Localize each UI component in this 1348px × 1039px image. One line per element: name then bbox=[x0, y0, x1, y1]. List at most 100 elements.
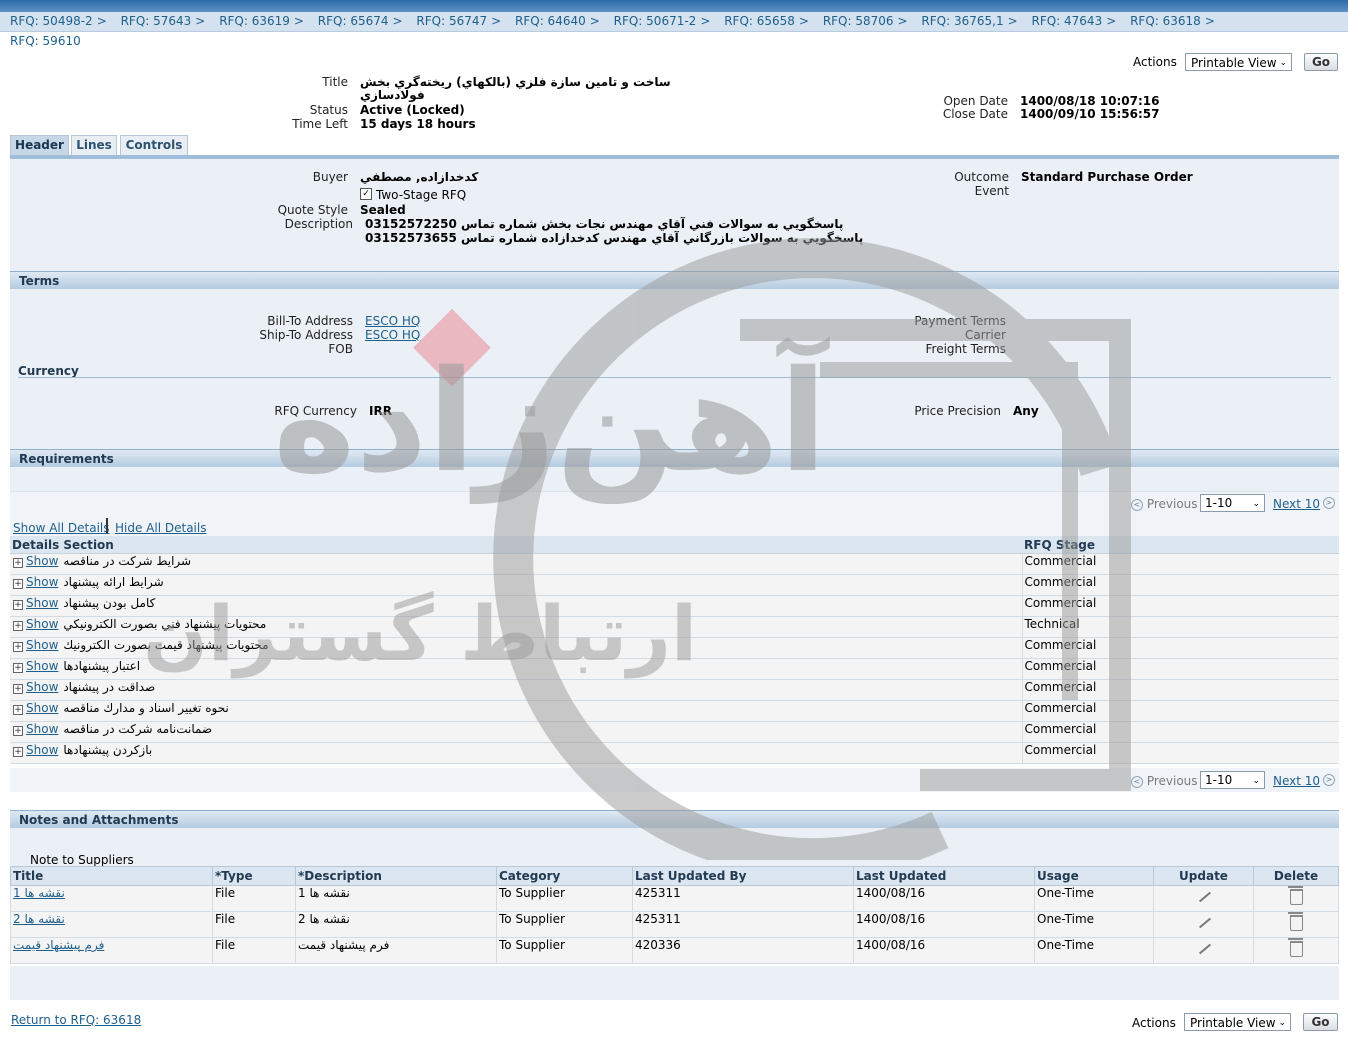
expand-icon[interactable]: + bbox=[13, 621, 23, 631]
expand-icon[interactable]: + bbox=[13, 579, 23, 589]
top-brand-bar bbox=[0, 0, 1348, 12]
breadcrumb-item[interactable]: RFQ: 58706 > bbox=[823, 12, 908, 31]
breadcrumb-item[interactable]: RFQ: 63618 > bbox=[1130, 12, 1215, 31]
category-cell: To Supplier bbox=[496, 885, 633, 912]
buyer-value: كدخدازاده, مصطفي bbox=[360, 170, 479, 184]
hide-all-details-link[interactable]: Hide All Details bbox=[115, 521, 206, 535]
buyer-label: Buyer bbox=[312, 170, 348, 184]
range-select-bottom[interactable]: 1-10 ⌄ bbox=[1200, 771, 1265, 789]
attachment-title-link[interactable]: نقشه ها 1 bbox=[13, 886, 65, 900]
breadcrumb-item[interactable]: RFQ: 36765,1 > bbox=[921, 12, 1017, 31]
requirements-section-header: Requirements bbox=[10, 449, 1339, 467]
currency-divider bbox=[18, 377, 1331, 378]
show-link[interactable]: Show bbox=[26, 701, 58, 715]
expand-icon[interactable]: + bbox=[13, 558, 23, 568]
last-updated-cell: 1400/08/16 bbox=[853, 937, 1035, 964]
table-row: + Show شرايط شركت در مناقصه Commercial bbox=[10, 553, 1339, 575]
show-link[interactable]: Show bbox=[26, 659, 58, 673]
tab-header[interactable]: Header bbox=[10, 135, 69, 155]
attachment-title-link[interactable]: نقشه ها 2 bbox=[13, 912, 65, 926]
details-cell: + Show bbox=[10, 742, 62, 764]
next-link-top[interactable]: Next 10 bbox=[1273, 497, 1320, 511]
last-updated-cell: 1400/08/16 bbox=[853, 911, 1035, 938]
title-label: Title bbox=[322, 75, 348, 89]
title-cell: نقشه ها 2 bbox=[10, 911, 213, 938]
attachments-table: Title *Type *Description Category Last U… bbox=[10, 866, 1339, 964]
range-select-top[interactable]: 1-10 ⌄ bbox=[1200, 494, 1265, 512]
next-link-bottom[interactable]: Next 10 bbox=[1273, 774, 1320, 788]
notes-panel bbox=[10, 828, 1339, 866]
go-button-bottom[interactable]: Go bbox=[1303, 1013, 1338, 1031]
trash-icon[interactable] bbox=[1287, 938, 1303, 957]
ship-to-link[interactable]: ESCO HQ bbox=[365, 328, 420, 342]
outcome-label: Outcome bbox=[954, 170, 1009, 184]
description-cell: فرم پيشنهاد قيمت bbox=[295, 937, 497, 964]
actions-select-bottom[interactable]: Printable View ⌄ bbox=[1184, 1013, 1291, 1031]
show-link[interactable]: Show bbox=[26, 743, 58, 757]
details-cell: + Show bbox=[10, 595, 62, 617]
show-link[interactable]: Show bbox=[26, 638, 58, 652]
title-value-line2: فولادسازي bbox=[360, 88, 425, 102]
carrier-label: Carrier bbox=[964, 328, 1006, 342]
pencil-icon[interactable] bbox=[1196, 916, 1212, 930]
tab-lines[interactable]: Lines bbox=[71, 135, 117, 155]
breadcrumb-item[interactable]: RFQ: 65658 > bbox=[724, 12, 809, 31]
previous-link-bottom: < Previous bbox=[1131, 774, 1198, 788]
expand-icon[interactable]: + bbox=[13, 726, 23, 736]
attachment-title-link[interactable]: فرم پيشنهاد قيمت bbox=[13, 938, 104, 952]
pencil-icon[interactable] bbox=[1196, 942, 1212, 956]
table-row: نقشه ها 1 File نقشه ها 1 To Supplier 425311 1… bbox=[10, 885, 1339, 912]
rfq-currency-label: RFQ Currency bbox=[274, 404, 357, 418]
fob-label: FOB bbox=[328, 342, 353, 356]
expand-icon[interactable]: + bbox=[13, 663, 23, 673]
breadcrumb-item[interactable]: RFQ: 50498-2 > bbox=[10, 12, 107, 31]
expand-icon[interactable]: + bbox=[13, 747, 23, 757]
col-description: *Description bbox=[295, 866, 497, 886]
update-cell bbox=[1153, 937, 1254, 964]
trash-icon[interactable] bbox=[1287, 912, 1303, 931]
go-button[interactable]: Go bbox=[1304, 53, 1338, 71]
notes-section-header: Notes and Attachments bbox=[10, 810, 1339, 828]
breadcrumb-item[interactable]: RFQ: 47643 > bbox=[1031, 12, 1116, 31]
actions-select[interactable]: Printable View ⌄ bbox=[1185, 53, 1292, 71]
payment-terms-label: Payment Terms bbox=[914, 314, 1006, 328]
last-updated-cell: 1400/08/16 bbox=[853, 885, 1035, 912]
show-all-details-link[interactable]: Show All Details bbox=[13, 521, 110, 535]
table-row: + Show كامل بودن پيشنهاد Commercial bbox=[10, 595, 1339, 617]
table-row: + Show محتويات پيشنهاد قيمت بصورت الكتروني… bbox=[10, 637, 1339, 659]
breadcrumb-item[interactable]: RFQ: 65674 > bbox=[318, 12, 403, 31]
return-link[interactable]: Return to RFQ: 63618 bbox=[11, 1013, 141, 1027]
bill-to-link[interactable]: ESCO HQ bbox=[365, 314, 420, 328]
breadcrumb-item[interactable]: RFQ: 50671-2 > bbox=[614, 12, 711, 31]
table-row: + Show شرايط ارائه پيشنهاد Commercial bbox=[10, 574, 1339, 596]
next-arrow-icon[interactable]: > bbox=[1323, 774, 1335, 786]
details-cell: + Show bbox=[10, 658, 62, 680]
expand-icon[interactable]: + bbox=[13, 684, 23, 694]
price-precision-value: Any bbox=[1013, 404, 1039, 418]
trash-icon[interactable] bbox=[1287, 886, 1303, 905]
breadcrumb-item[interactable]: RFQ: 64640 > bbox=[515, 12, 600, 31]
two-stage-label: Two-Stage RFQ bbox=[376, 188, 467, 202]
show-link[interactable]: Show bbox=[26, 596, 58, 610]
show-link[interactable]: Show bbox=[26, 722, 58, 736]
show-link[interactable]: Show bbox=[26, 575, 58, 589]
breadcrumb-item[interactable]: RFQ: 57643 > bbox=[121, 12, 206, 31]
show-link[interactable]: Show bbox=[26, 554, 58, 568]
breadcrumb-item[interactable]: RFQ: 63619 > bbox=[219, 12, 304, 31]
time-left-label: Time Left bbox=[292, 117, 348, 131]
stage-cell: Technical bbox=[1021, 616, 1339, 638]
show-link[interactable]: Show bbox=[26, 680, 58, 694]
show-link[interactable]: Show bbox=[26, 617, 58, 631]
expand-icon[interactable]: + bbox=[13, 705, 23, 715]
col-last-updated-by: Last Updated By bbox=[632, 866, 854, 886]
time-left-value: 15 days 18 hours bbox=[360, 117, 476, 131]
next-arrow-icon[interactable]: > bbox=[1323, 497, 1335, 509]
notes-bottom-panel bbox=[10, 966, 1339, 1000]
expand-icon[interactable]: + bbox=[13, 600, 23, 610]
title-value-line1: ساخت و تامين سازة فلزي (بالكهاي) ريخته‌گ… bbox=[360, 75, 671, 89]
expand-icon[interactable]: + bbox=[13, 642, 23, 652]
update-cell bbox=[1153, 911, 1254, 938]
pencil-icon[interactable] bbox=[1196, 890, 1212, 904]
breadcrumb-item[interactable]: RFQ: 56747 > bbox=[416, 12, 501, 31]
tab-controls[interactable]: Controls bbox=[120, 135, 188, 155]
